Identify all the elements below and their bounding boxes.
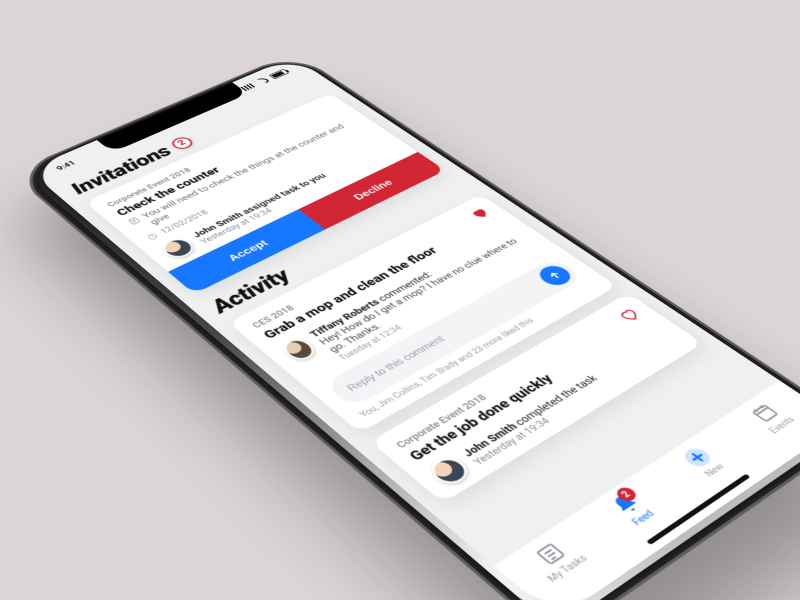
invitations-count-badge: 2 — [168, 135, 196, 151]
note-icon — [126, 216, 142, 226]
status-time: 9:41 — [54, 159, 77, 172]
commenter-avatar[interactable] — [278, 336, 319, 363]
arrow-up-icon — [545, 269, 565, 281]
wifi-icon — [255, 77, 270, 85]
assigner-avatar[interactable] — [158, 235, 199, 260]
battery-icon — [268, 69, 289, 79]
phone-frame: 9:41 Invitations 2 Corporate Event 2018 — [10, 52, 800, 600]
screen: 9:41 Invitations 2 Corporate Event 2018 — [28, 57, 800, 600]
cellular-icon — [240, 83, 256, 91]
completed-avatar[interactable] — [425, 454, 473, 488]
clock-icon — [145, 232, 160, 241]
